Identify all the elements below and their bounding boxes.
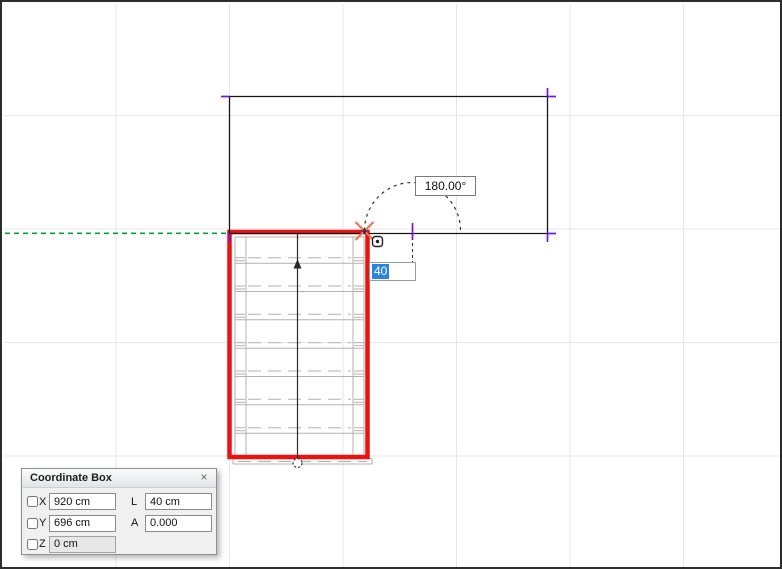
coordinate-row-x: X L bbox=[22, 492, 212, 511]
z-lock-checkbox[interactable] bbox=[27, 538, 38, 550]
coordinate-box-title: Coordinate Box bbox=[30, 472, 112, 484]
angle-readout: 180.00° bbox=[415, 176, 476, 196]
rectangle-outline[interactable] bbox=[228, 95, 549, 235]
y-label: Y bbox=[39, 517, 47, 529]
walking-line-arrow-icon bbox=[293, 259, 302, 269]
stair-walking-line bbox=[292, 234, 303, 469]
coordinate-box-titlebar[interactable]: Coordinate Box × bbox=[22, 469, 216, 488]
x-label: X bbox=[39, 495, 47, 508]
a-label: A bbox=[131, 517, 139, 529]
tracker-input[interactable]: 40 bbox=[369, 262, 416, 281]
close-icon[interactable]: × bbox=[197, 470, 211, 484]
origin-marker-icon bbox=[371, 235, 384, 248]
z-input[interactable] bbox=[49, 535, 116, 553]
coordinate-row-y: Y A bbox=[22, 514, 212, 533]
tracker-selected-text: 40 bbox=[372, 264, 390, 279]
y-lock-checkbox[interactable] bbox=[27, 517, 38, 529]
l-label: L bbox=[131, 495, 138, 508]
stair-treads bbox=[235, 257, 364, 434]
x-lock-checkbox[interactable] bbox=[27, 496, 38, 507]
x-input[interactable] bbox=[49, 493, 116, 510]
coordinate-row-z: Z bbox=[22, 535, 116, 554]
hotspot-ticks bbox=[221, 88, 556, 242]
stair-symbol[interactable] bbox=[232, 236, 373, 465]
coordinate-box-palette: Coordinate Box × X L Y A Z bbox=[21, 468, 217, 555]
a-input[interactable] bbox=[145, 514, 212, 532]
l-input[interactable] bbox=[145, 493, 212, 510]
drawing-canvas[interactable]: 180.00° 40 Coordinate Box × X L Y A Z bbox=[0, 0, 782, 569]
z-label: Z bbox=[39, 538, 46, 550]
walking-line-start-circle bbox=[292, 457, 303, 469]
y-input[interactable] bbox=[49, 514, 116, 532]
